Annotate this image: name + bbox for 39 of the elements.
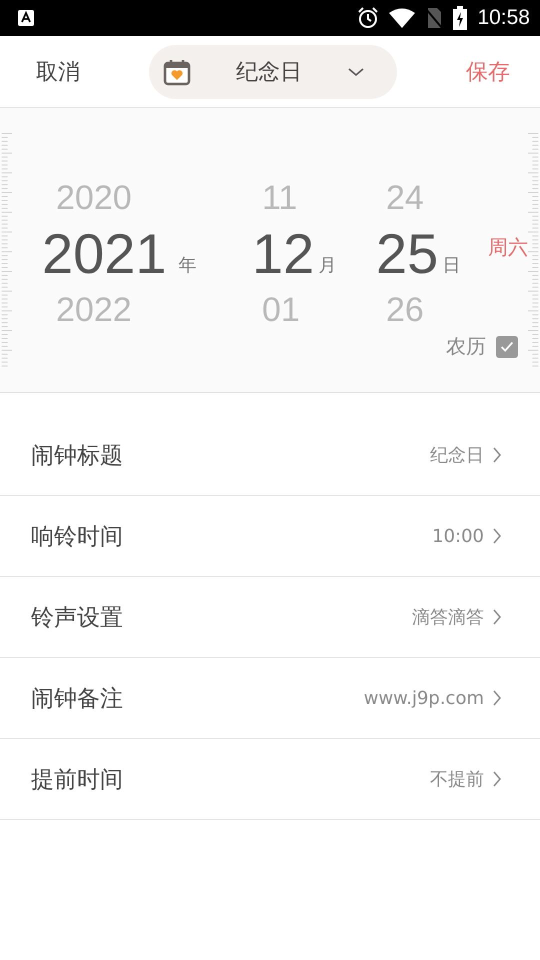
- chevron-down-icon: [347, 66, 365, 76]
- type-dropdown[interactable]: 纪念日: [149, 44, 397, 98]
- settings-row[interactable]: 铃声设置 滴答滴答: [0, 577, 540, 658]
- unit-label: 年: [178, 254, 197, 277]
- settings-row[interactable]: 闹钟标题 纪念日: [0, 415, 540, 496]
- setting-value: 纪念日: [430, 444, 484, 467]
- chevron-right-icon: [492, 446, 502, 464]
- weekday-label: 周六: [488, 235, 528, 259]
- settings-row[interactable]: 响铃时间 10:00: [0, 496, 540, 577]
- chevron-right-icon: [492, 608, 502, 626]
- notification-icon: [18, 10, 34, 26]
- chevron-right-icon: [492, 770, 502, 788]
- picker-selected-value[interactable]: 25: [376, 226, 438, 282]
- picker-selected-value[interactable]: 12: [252, 226, 314, 282]
- wifi-icon: [389, 8, 416, 28]
- clock-time: 10:58: [477, 6, 530, 30]
- setting-label: 提前时间: [31, 766, 124, 794]
- setting-value: 滴答滴答: [412, 606, 484, 629]
- setting-value: 不提前: [430, 768, 484, 791]
- setting-label: 响铃时间: [31, 522, 124, 552]
- lunar-checkbox[interactable]: [496, 336, 518, 358]
- unit-label: 日: [442, 254, 460, 277]
- chevron-right-icon: [492, 689, 502, 707]
- picker-selected-value[interactable]: 2021: [42, 226, 167, 282]
- setting-label: 闹钟标题: [31, 442, 124, 470]
- setting-label: 闹钟备注: [31, 684, 124, 714]
- unit-label: 月: [318, 254, 336, 277]
- lunar-label: 农历: [446, 333, 486, 360]
- setting-value: 10:00: [432, 526, 484, 546]
- battery-charging-icon: [453, 6, 468, 30]
- cancel-button[interactable]: 取消: [36, 52, 80, 90]
- setting-value: www.j9p.com: [364, 688, 484, 708]
- settings-row[interactable]: 提前时间 不提前: [0, 739, 540, 820]
- settings-row[interactable]: 闹钟备注 www.j9p.com: [0, 658, 540, 739]
- alarm-icon: [357, 7, 380, 29]
- no-sim-icon: [425, 7, 444, 29]
- chevron-right-icon: [492, 527, 502, 545]
- setting-label: 铃声设置: [31, 604, 124, 632]
- calendar-heart-icon: [163, 58, 191, 86]
